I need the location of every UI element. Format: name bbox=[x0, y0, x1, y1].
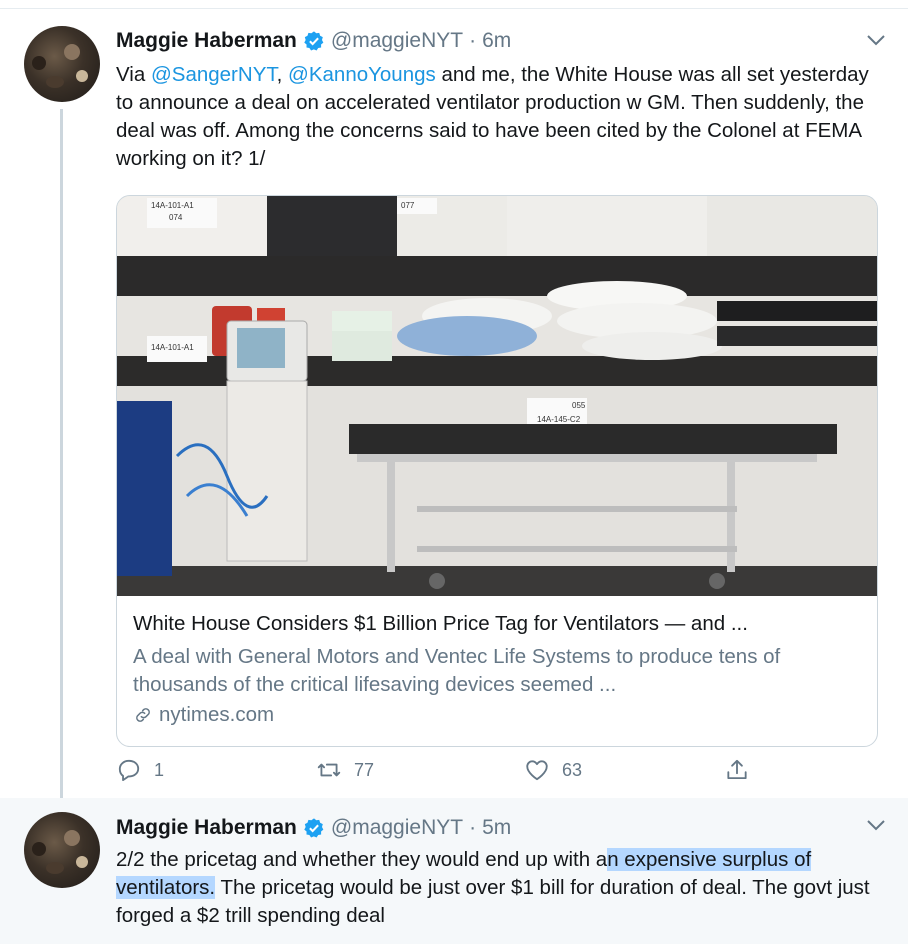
card-domain: nytimes.com bbox=[133, 703, 274, 727]
thread-line bbox=[60, 109, 63, 809]
mention-link[interactable]: @SangerNYT bbox=[151, 63, 277, 86]
tweet-text-part: The pricetag would be just over $1 bill … bbox=[116, 876, 870, 927]
verified-badge-icon bbox=[304, 818, 324, 838]
tweet-text-part: Via bbox=[116, 63, 151, 86]
link-card[interactable]: 14A-101-A1 074 077 14A-101-A1 14A-145-C2… bbox=[116, 195, 878, 747]
card-domain-text: nytimes.com bbox=[159, 703, 275, 726]
chevron-down-icon[interactable] bbox=[866, 33, 886, 47]
retweet-button[interactable]: 77 bbox=[316, 757, 374, 783]
tweet-2[interactable]: Maggie Haberman @maggieNYT · 5m 2/2 the … bbox=[0, 798, 908, 944]
card-description: A deal with General Motors and Ventec Li… bbox=[133, 645, 781, 696]
card-title[interactable]: White House Considers $1 Billion Price T… bbox=[133, 612, 748, 636]
retweet-icon bbox=[317, 763, 341, 777]
avatar[interactable] bbox=[24, 812, 100, 888]
reply-count: 1 bbox=[154, 759, 165, 780]
image-label: 14A-101-A1 bbox=[151, 343, 194, 352]
tweet-text-part: 2/2 the pricetag and whether they would … bbox=[116, 848, 608, 871]
tweet-actions: 1 77 63 bbox=[116, 757, 776, 793]
author-name[interactable]: Maggie Haberman bbox=[116, 29, 297, 53]
like-button[interactable]: 63 bbox=[524, 757, 582, 783]
reply-button[interactable]: 1 bbox=[116, 757, 164, 783]
tweet-header: Maggie Haberman @maggieNYT · 6m bbox=[116, 29, 511, 53]
timestamp[interactable]: 6m bbox=[482, 29, 511, 53]
mention-link[interactable]: @KannoYoungs bbox=[288, 63, 436, 86]
author-handle[interactable]: @maggieNYT bbox=[331, 816, 463, 840]
like-icon bbox=[526, 760, 548, 781]
tweet-text-part: , bbox=[276, 63, 289, 86]
avatar[interactable] bbox=[24, 26, 100, 102]
tweet-header: Maggie Haberman @maggieNYT · 5m bbox=[116, 816, 511, 840]
separator-dot: · bbox=[469, 816, 477, 839]
reply-icon bbox=[118, 759, 140, 781]
verified-badge-icon bbox=[304, 31, 324, 51]
like-count: 63 bbox=[562, 759, 583, 780]
image-label: 074 bbox=[169, 213, 183, 222]
image-label: 14A-101-A1 bbox=[151, 201, 194, 210]
share-icon bbox=[727, 759, 747, 780]
top-divider bbox=[0, 0, 908, 9]
image-label: 14A-145-C2 bbox=[537, 415, 581, 424]
image-label: 077 bbox=[401, 201, 415, 210]
tweet-text: Via @SangerNYT, @KannoYoungs and me, the… bbox=[116, 61, 886, 173]
retweet-count: 77 bbox=[354, 759, 375, 780]
tweet-1[interactable]: Maggie Haberman @maggieNYT · 6m Via @San… bbox=[0, 9, 908, 809]
card-image[interactable]: 14A-101-A1 074 077 14A-101-A1 14A-145-C2… bbox=[117, 196, 877, 596]
author-name[interactable]: Maggie Haberman bbox=[116, 816, 297, 840]
author-handle[interactable]: @maggieNYT bbox=[331, 29, 463, 53]
link-icon bbox=[136, 708, 150, 722]
tweet-text: 2/2 the pricetag and whether they would … bbox=[116, 846, 886, 930]
separator-dot: · bbox=[469, 29, 477, 52]
share-button[interactable] bbox=[724, 757, 762, 783]
chevron-down-icon[interactable] bbox=[866, 818, 886, 832]
timestamp[interactable]: 5m bbox=[482, 816, 511, 840]
image-label: 055 bbox=[572, 401, 586, 410]
